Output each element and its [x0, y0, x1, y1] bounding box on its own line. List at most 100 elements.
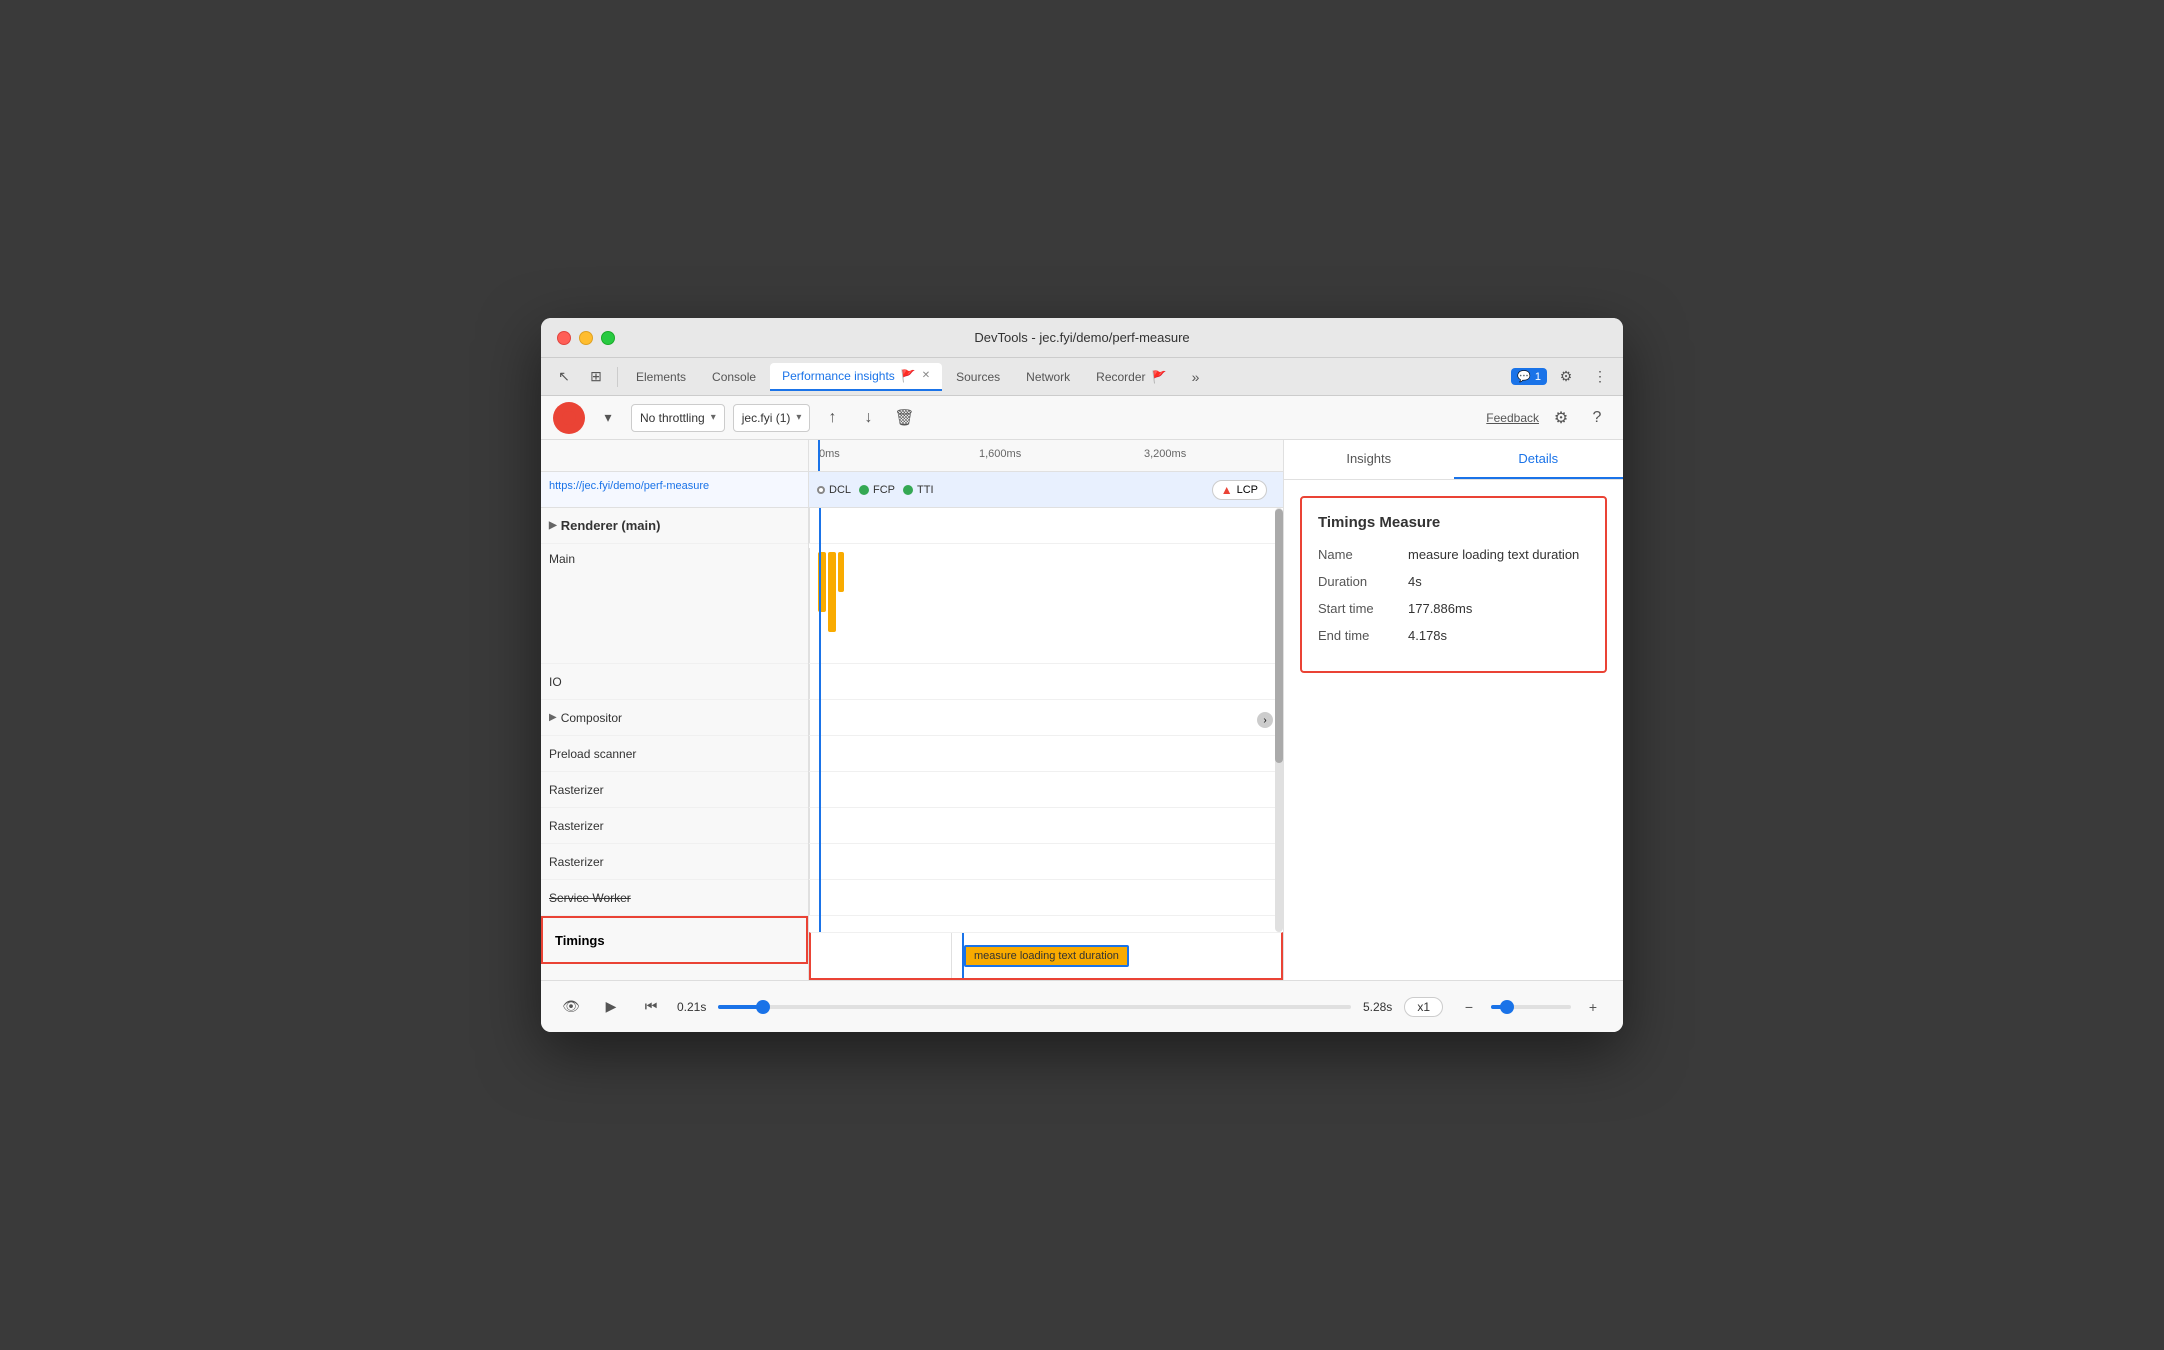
scrubber-thumb[interactable] [756, 1000, 770, 1014]
ruler-mark-1600: 1,600ms [979, 448, 1021, 460]
trash-icon-btn[interactable]: 🗑 [890, 404, 918, 432]
details-title: Timings Measure [1318, 514, 1589, 531]
traffic-lights [557, 331, 615, 345]
chat-icon: 💬 [1517, 370, 1531, 383]
fcp-milestone: FCP [859, 484, 895, 496]
playhead-vertical-line [819, 508, 821, 932]
cursor-icon-btn[interactable]: ↖ [549, 363, 579, 391]
main-track [809, 544, 1283, 664]
detail-row-start: Start time 177.886ms [1318, 601, 1589, 616]
tab-sources[interactable]: Sources [944, 363, 1012, 391]
zoom-control: − + [1455, 993, 1607, 1021]
detail-label-end: End time [1318, 628, 1408, 643]
perf-tab-label: Performance insights [782, 369, 895, 383]
fcp-label: FCP [873, 484, 895, 496]
feedback-link[interactable]: Feedback [1486, 411, 1539, 425]
rasterizer-2-track-content [809, 808, 1283, 843]
tti-icon [903, 485, 913, 495]
compositor-expand-icon[interactable]: ▶ [549, 712, 557, 723]
scrollbar-thumb[interactable] [1275, 509, 1283, 763]
tabbar-right: 💬 1 ⚙ ⋮ [1511, 363, 1615, 391]
trash-icon: 🗑 [894, 408, 914, 428]
details-panel: Timings Measure Name measure loading tex… [1284, 480, 1623, 689]
skip-start-btn[interactable]: ⏮ [637, 993, 665, 1021]
layers-icon: ⊞ [590, 368, 602, 385]
timings-track-label [811, 933, 951, 978]
download-icon-btn[interactable]: ↓ [854, 404, 882, 432]
track-label-rasterizer-3: Rasterizer [541, 844, 808, 880]
timings-label-row: Timings [541, 916, 808, 964]
gear-icon-btn[interactable]: ⚙ [1551, 363, 1581, 391]
tab-details[interactable]: Details [1454, 440, 1624, 479]
throttling-dropdown[interactable]: No throttling ▾ [631, 404, 725, 432]
flame-bar-3[interactable] [838, 552, 844, 592]
tab-elements[interactable]: Elements [624, 363, 698, 391]
detail-row-end: End time 4.178s [1318, 628, 1589, 643]
ruler-mark-0: 0ms [819, 448, 840, 460]
preload-track-content [809, 736, 1283, 771]
tab-recorder[interactable]: Recorder 🚩 [1084, 363, 1178, 391]
screenshot-btn[interactable]: 👁 [557, 993, 585, 1021]
renderer-expand-icon[interactable]: ▶ [549, 520, 557, 531]
rasterizer-1-track-content [809, 772, 1283, 807]
milestone-spacer: https://jec.fyi/demo/perf-measure [541, 472, 808, 508]
screenshot-icon: 👁 [562, 998, 580, 1015]
service-worker-track-content [809, 880, 1283, 915]
chat-badge[interactable]: 💬 1 [1511, 368, 1547, 385]
layers-icon-btn[interactable]: ⊞ [581, 363, 611, 391]
time-end-display: 5.28s [1363, 1000, 1392, 1014]
expand-right-btn[interactable]: › [1257, 712, 1273, 728]
compositor-track-content [809, 700, 1283, 735]
play-btn[interactable]: ▶ [597, 993, 625, 1021]
zoom-in-btn[interactable]: + [1579, 993, 1607, 1021]
renderer-track-content [809, 508, 1283, 543]
more-menu-btn[interactable]: ⋮ [1585, 363, 1615, 391]
tab-insights[interactable]: Insights [1284, 440, 1454, 479]
close-button[interactable] [557, 331, 571, 345]
zoom-out-icon: − [1465, 999, 1473, 1015]
preload-track [809, 736, 1283, 772]
ruler-spacer [541, 440, 808, 472]
main-content: https://jec.fyi/demo/perf-measure ▶ Rend… [541, 440, 1623, 980]
tracks-container: › [809, 508, 1283, 932]
zoom-out-btn[interactable]: − [1455, 993, 1483, 1021]
detail-label-duration: Duration [1318, 574, 1408, 589]
zoom-slider-track [1491, 1005, 1571, 1009]
rasterizer-3-track-content [809, 844, 1283, 879]
toolbar-right: Feedback ⚙ ? [1486, 404, 1611, 432]
tab-network[interactable]: Network [1014, 363, 1082, 391]
minimize-button[interactable] [579, 331, 593, 345]
track-label-io: IO [541, 664, 808, 700]
more-tabs-btn[interactable]: » [1180, 363, 1210, 391]
window-title: DevTools - jec.fyi/demo/perf-measure [974, 330, 1189, 345]
perf-tab-flag: 🚩 [901, 369, 916, 383]
zoom-slider[interactable] [1491, 1005, 1571, 1009]
bottom-bar: 👁 ▶ ⏮ 0.21s 5.28s x1 − [541, 980, 1623, 1032]
io-track [809, 664, 1283, 700]
help-btn[interactable]: ? [1583, 404, 1611, 432]
zoom-slider-thumb[interactable] [1500, 1000, 1514, 1014]
scrollbar-track [1275, 508, 1283, 932]
throttling-label: No throttling [640, 411, 705, 425]
detail-label-name: Name [1318, 547, 1408, 562]
timing-bar[interactable]: measure loading text duration [964, 945, 1129, 967]
maximize-button[interactable] [601, 331, 615, 345]
flame-bar-2[interactable] [828, 552, 836, 632]
url-label: https://jec.fyi/demo/perf-measure [541, 472, 808, 500]
site-dropdown[interactable]: jec.fyi (1) ▾ [733, 404, 811, 432]
detail-label-start: Start time [1318, 601, 1408, 616]
toolbar-gear-btn[interactable]: ⚙ [1547, 404, 1575, 432]
time-start-display: 0.21s [677, 1000, 706, 1014]
record-dropdown-arrow[interactable]: ▾ [593, 404, 623, 432]
perf-tab-close[interactable]: ✕ [922, 370, 930, 381]
rasterizer-2-track [809, 808, 1283, 844]
track-label-preload: Preload scanner [541, 736, 808, 772]
play-icon: ▶ [606, 998, 617, 1015]
upload-icon-btn[interactable]: ↑ [818, 404, 846, 432]
tab-console[interactable]: Console [700, 363, 768, 391]
tab-performance-insights[interactable]: Performance insights 🚩 ✕ [770, 363, 942, 391]
site-arrow-icon: ▾ [796, 412, 801, 423]
toolbar-gear-icon: ⚙ [1554, 408, 1568, 428]
timeline-scrubber[interactable] [718, 1005, 1351, 1009]
record-button[interactable] [553, 402, 585, 434]
